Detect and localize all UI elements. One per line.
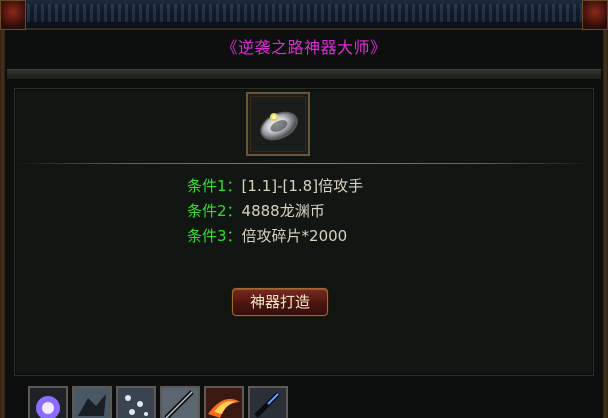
purple-orb-skill-icon[interactable] <box>28 386 68 418</box>
blade-skill-icon[interactable] <box>248 386 288 418</box>
frame-corner-ornament-right <box>582 0 608 30</box>
title-separator <box>7 69 601 80</box>
silver-ring-icon <box>260 111 298 141</box>
shadow-beast-skill-icon[interactable] <box>72 386 112 418</box>
condition-value: 倍攻碎片*2000 <box>241 227 348 245</box>
window-top-frame <box>0 0 608 30</box>
fire-slash-skill-icon[interactable] <box>204 386 244 418</box>
panel-divider <box>14 163 592 164</box>
condition-row-2: 条件2：4888龙渊币 <box>187 201 325 221</box>
sword-skill-icon[interactable] <box>160 386 200 418</box>
scatter-skill-icon[interactable] <box>116 386 156 418</box>
condition-label: 条件2： <box>187 202 242 220</box>
item-slot[interactable] <box>246 92 310 156</box>
frame-corner-ornament-left <box>0 0 26 30</box>
forge-artifact-button[interactable]: 神器打造 <box>232 288 328 316</box>
condition-label: 条件3： <box>187 227 242 245</box>
condition-value: [1.1]-[1.8]倍攻手 <box>241 177 364 195</box>
condition-row-3: 条件3：倍攻碎片*2000 <box>187 226 347 246</box>
condition-row-1: 条件1：[1.1]-[1.8]倍攻手 <box>187 176 363 196</box>
condition-value: 4888龙渊币 <box>241 202 325 220</box>
condition-label: 条件1： <box>187 177 242 195</box>
window-title: 《逆袭之路神器大师》 <box>221 38 387 57</box>
window-left-frame <box>0 30 5 418</box>
window-right-frame <box>603 30 608 418</box>
